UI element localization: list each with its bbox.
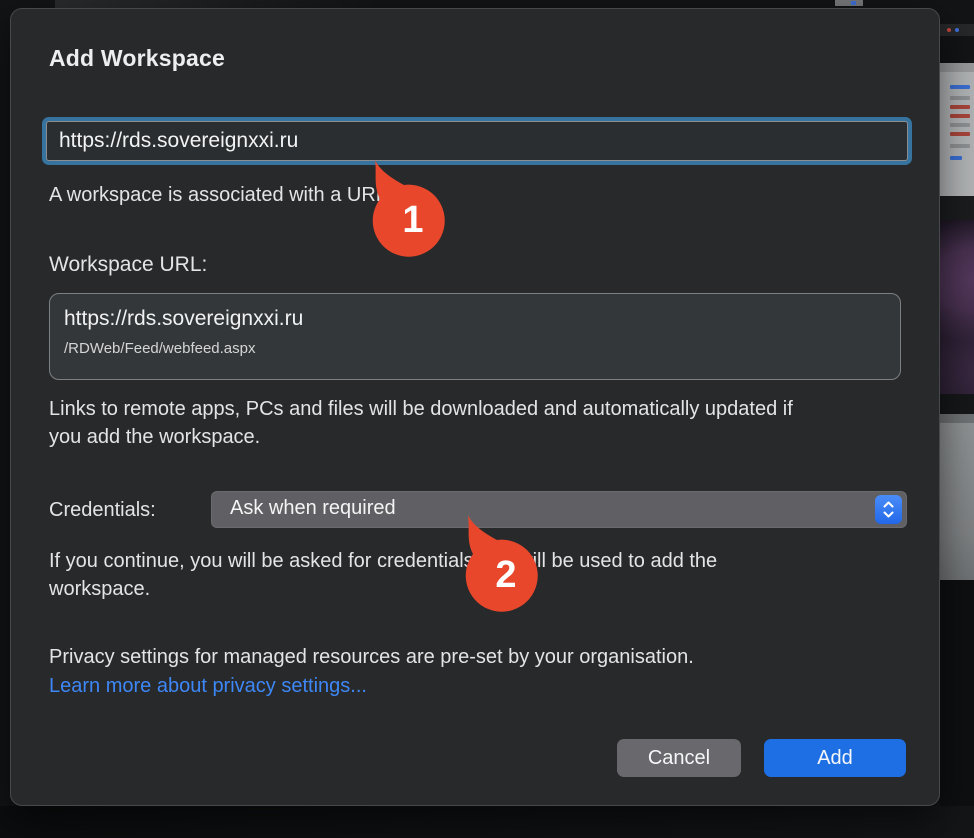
annotation-number: 1 [402,199,423,241]
background-window-tab [835,0,863,6]
chevron-up-icon [882,500,895,509]
chevron-down-icon [882,510,895,519]
desktop-background: Add Workspace A workspace is associated … [0,0,974,838]
credentials-selected-option: Ask when required [230,497,396,520]
background-dark-area [940,580,974,838]
workspace-url-summary-box: https://rds.sovereignxxi.ru /RDWeb/Feed/… [49,293,901,380]
url-help-text: A workspace is associated with a URL. [49,181,393,209]
annotation-number: 2 [495,554,516,596]
background-window-toolbar [940,63,974,72]
annotation-balloon-1: 1 [363,158,453,258]
background-window-titlebar [940,24,974,36]
background-list-row [950,85,970,89]
background-blue-speck [851,1,856,5]
dialog-title: Add Workspace [49,45,225,72]
titlebar-red-dot [947,28,951,32]
background-list-row [950,132,970,136]
workspace-feed-path: /RDWeb/Feed/webfeed.aspx [64,339,886,359]
background-window-list [940,72,974,196]
annotation-balloon-2: 2 [456,513,546,613]
background-wallpaper-fragment [55,0,385,8]
background-list-row [950,123,970,127]
stepper-icon [875,495,902,524]
background-list-row [950,96,970,100]
privacy-note-text: Privacy settings for managed resources a… [49,643,849,671]
background-list-row [950,105,970,109]
background-window-tabstrip [940,414,974,423]
add-workspace-dialog: Add Workspace A workspace is associated … [10,8,940,806]
workspace-url-input[interactable] [46,121,908,161]
background-bottom-strip [0,806,974,838]
credentials-label: Credentials: [49,496,156,524]
credentials-select[interactable]: Ask when required [211,491,907,528]
background-list-row [950,144,970,148]
cancel-button[interactable]: Cancel [617,739,741,777]
background-wallpaper-purple [940,220,974,394]
background-gap [940,196,974,220]
titlebar-blue-dot [955,28,959,32]
privacy-settings-link[interactable]: Learn more about privacy settings... [49,672,367,700]
download-note-text: Links to remote apps, PCs and files will… [49,395,794,451]
background-list-row [950,156,962,160]
add-button[interactable]: Add [764,739,906,777]
credentials-note-text: If you continue, you will be asked for c… [49,547,774,603]
background-list-row [950,114,970,118]
background-window-body [940,423,974,580]
background-gap [940,394,974,414]
workspace-url-value: https://rds.sovereignxxi.ru [64,306,886,332]
workspace-url-label: Workspace URL: [49,251,207,279]
